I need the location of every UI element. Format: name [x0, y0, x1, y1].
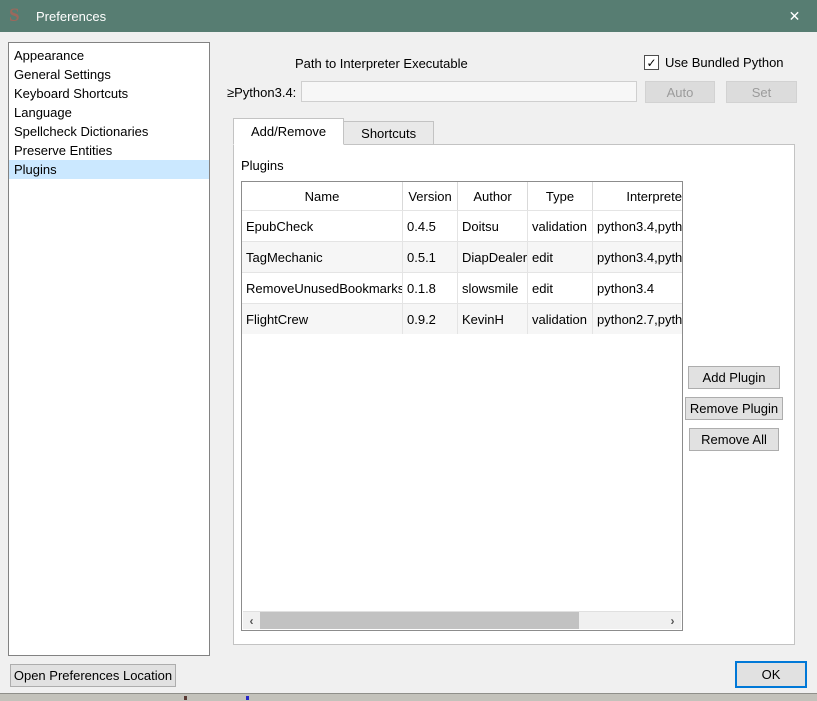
window-title: Preferences — [36, 8, 107, 24]
column-header-interprete[interactable]: Interprete — [593, 182, 682, 210]
table-cell: slowsmile — [458, 273, 528, 303]
interpreter-path-label: Path to Interpreter Executable — [295, 56, 468, 71]
table-cell: FlightCrew — [242, 304, 403, 334]
sidebar-item-keyboard-shortcuts[interactable]: Keyboard Shortcuts — [9, 84, 209, 103]
table-row[interactable]: FlightCrew 0.9.2 KevinH validation python2.7… — [242, 303, 682, 334]
python-version-label: ≥Python3.4: — [227, 85, 297, 100]
scrollbar-thumb[interactable] — [260, 612, 580, 629]
plugins-table[interactable]: Name Version Author Type Interprete EpubCheck… — [241, 181, 683, 631]
table-cell: edit — [528, 273, 593, 303]
background-window-mark — [246, 696, 249, 700]
plugins-section-title: Plugins — [241, 158, 284, 173]
interpreter-path-input[interactable] — [301, 81, 637, 102]
background-window-mark — [184, 696, 187, 700]
table-cell: EpubCheck — [242, 211, 403, 241]
set-button[interactable]: Set — [726, 81, 797, 103]
table-row[interactable]: EpubCheck 0.4.5 Doitsu validation python3.4,… — [242, 210, 682, 241]
table-cell: 0.1.8 — [403, 273, 458, 303]
close-icon[interactable]: ✕ — [772, 0, 817, 32]
background-window-edge — [0, 693, 817, 701]
sigil-logo-icon: S — [9, 5, 20, 26]
add-plugin-button[interactable]: Add Plugin — [688, 366, 780, 389]
remove-plugin-button[interactable]: Remove Plugin — [685, 397, 783, 420]
tab-add-remove[interactable]: Add/Remove — [233, 118, 345, 145]
table-row[interactable]: TagMechanic 0.5.1 DiapDealer edit python3.4,… — [242, 241, 682, 272]
table-cell: edit — [528, 242, 593, 272]
sidebar-item-language[interactable]: Language — [9, 103, 209, 122]
sidebar-item-spellcheck-dictionaries[interactable]: Spellcheck Dictionaries — [9, 122, 209, 141]
scroll-right-icon[interactable]: › — [664, 612, 681, 629]
preferences-dialog: S Preferences ✕ Appearance General Settin… — [0, 0, 817, 701]
tab-shortcuts[interactable]: Shortcuts — [344, 121, 435, 145]
table-cell: 0.5.1 — [403, 242, 458, 272]
column-header-author[interactable]: Author — [458, 182, 528, 210]
table-cell: python2.7,pyth — [597, 311, 682, 327]
sidebar-item-appearance[interactable]: Appearance — [9, 46, 209, 65]
table-cell: RemoveUnusedBookmarks — [242, 273, 403, 303]
table-cell: python3.4,pyth — [597, 249, 682, 265]
ok-button-label: OK — [761, 667, 781, 682]
scroll-left-icon[interactable]: ‹ — [243, 612, 260, 629]
table-row[interactable]: RemoveUnusedBookmarks 0.1.8 slowsmile edit p… — [242, 272, 682, 303]
column-header-name[interactable]: Name — [242, 182, 403, 210]
table-cell: DiapDealer — [458, 242, 528, 272]
checkbox-check-icon[interactable]: ✓ — [644, 55, 659, 70]
sidebar-item-preserve-entities[interactable]: Preserve Entities — [9, 141, 209, 160]
auto-button[interactable]: Auto — [645, 81, 715, 103]
open-preferences-location-button[interactable]: Open Preferences Location — [10, 664, 176, 687]
table-cell: python3.4 — [597, 280, 655, 296]
titlebar: S Preferences ✕ — [0, 0, 817, 32]
table-cell: validation — [528, 304, 593, 334]
scrollbar-track[interactable] — [260, 612, 664, 629]
table-cell: TagMechanic — [242, 242, 403, 272]
sidebar-item-general-settings[interactable]: General Settings — [9, 65, 209, 84]
remove-all-button[interactable]: Remove All — [689, 428, 779, 451]
use-bundled-python-checkbox[interactable]: ✓ Use Bundled Python — [644, 55, 784, 70]
column-header-version[interactable]: Version — [403, 182, 458, 210]
sidebar-item-plugins[interactable]: Plugins — [9, 160, 209, 179]
table-cell: Doitsu — [458, 211, 528, 241]
use-bundled-python-label: Use Bundled Python — [665, 55, 784, 70]
table-cell: python3.4,pyth — [597, 218, 682, 234]
preferences-category-list: Appearance General Settings Keyboard Short… — [8, 42, 210, 656]
column-header-type[interactable]: Type — [528, 182, 593, 210]
table-header-row: Name Version Author Type Interprete — [242, 182, 682, 210]
table-cell: validation — [528, 211, 593, 241]
tabbar: Add/Remove Shortcuts — [233, 118, 435, 145]
ok-button[interactable]: OK — [735, 661, 807, 688]
horizontal-scrollbar[interactable]: ‹ › — [243, 611, 681, 629]
table-cell: 0.4.5 — [403, 211, 458, 241]
table-cell: KevinH — [458, 304, 528, 334]
table-cell: 0.9.2 — [403, 304, 458, 334]
